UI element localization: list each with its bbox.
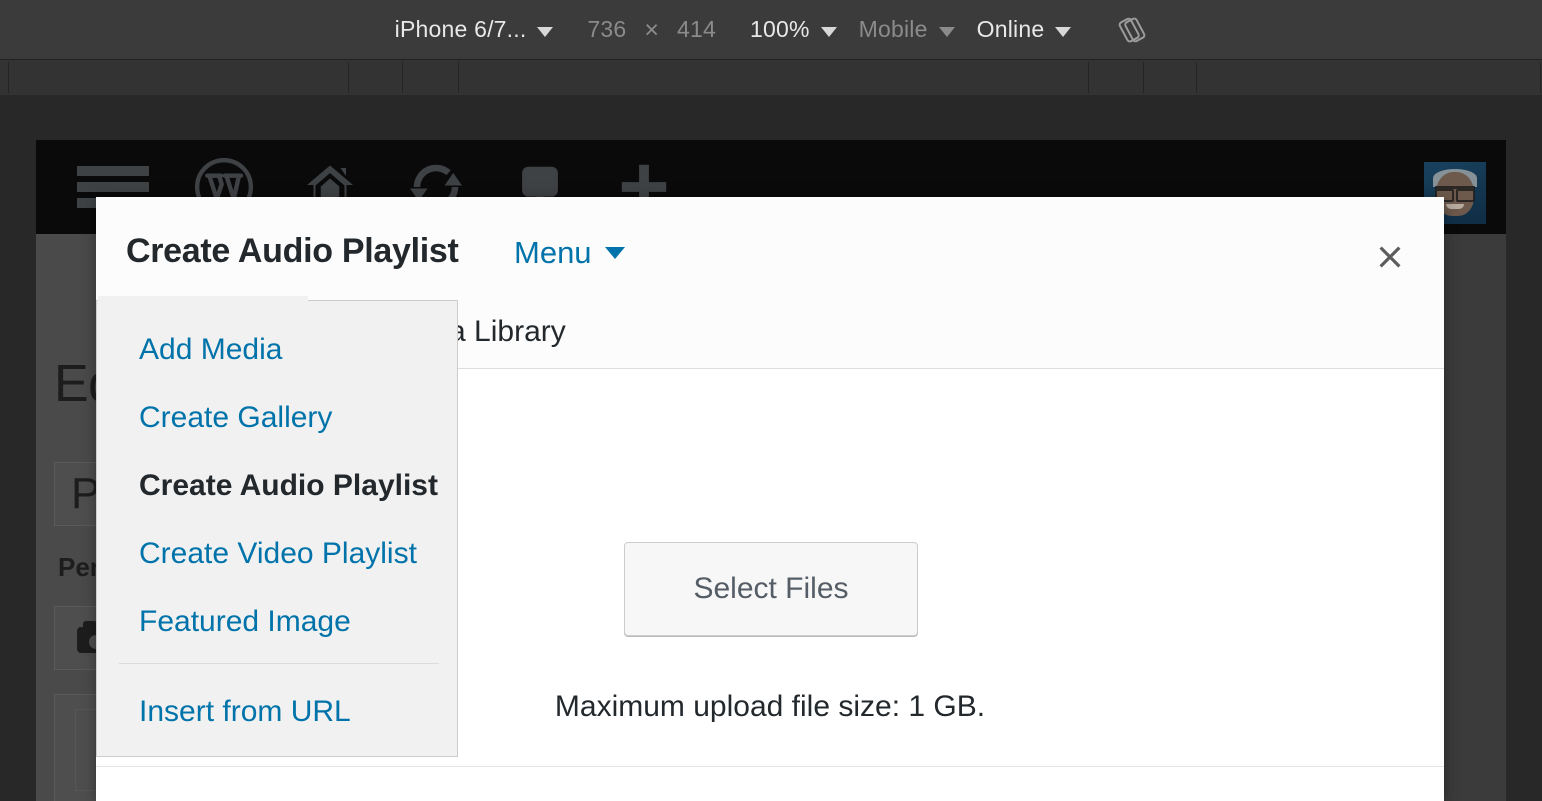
device-selector[interactable]: iPhone 6/7...	[395, 16, 554, 43]
avatar-mouth	[1446, 204, 1464, 209]
chevron-down-icon	[820, 26, 837, 37]
menu-item-create-gallery[interactable]: Create Gallery	[139, 401, 332, 435]
menu-divider	[119, 663, 439, 664]
close-button[interactable]	[1362, 229, 1418, 285]
ruler-tick	[1088, 62, 1089, 93]
menu-toggle-label: Menu	[514, 235, 592, 270]
menu-item-add-media[interactable]: Add Media	[139, 333, 282, 367]
zoom-selector[interactable]: 100%	[750, 16, 837, 43]
emulation-ruler-bar	[0, 60, 1542, 95]
viewport-gutter	[1440, 234, 1506, 801]
modal-footer-divider	[96, 766, 1444, 767]
menu-item-insert-from-url[interactable]: Insert from URL	[139, 695, 351, 729]
ruler-tick	[1143, 62, 1144, 93]
device-dimensions: 736 × 414	[587, 15, 716, 44]
chevron-down-icon	[537, 26, 554, 37]
menu-item-create-video-playlist[interactable]: Create Video Playlist	[139, 537, 417, 571]
ruler-tick	[1196, 62, 1197, 93]
menu-icon-bar	[77, 166, 149, 176]
chevron-down-icon	[1055, 26, 1072, 37]
ruler-tick	[458, 62, 459, 93]
ruler-tick	[8, 62, 9, 93]
network-throttle-selector[interactable]: Online	[977, 16, 1072, 43]
ruler-tick	[1540, 62, 1541, 93]
device-name-label: iPhone 6/7...	[394, 16, 527, 42]
menu-dropdown-tab-cap	[98, 296, 308, 302]
chevron-down-icon	[938, 26, 955, 37]
ruler-tick	[402, 62, 403, 93]
menu-icon-bar	[77, 182, 149, 192]
ruler-tick	[348, 62, 349, 93]
media-menu-dropdown: Add Media Create Gallery Create Audio Pl…	[96, 300, 458, 757]
media-modal: Create Audio Playlist Menu Upload Files …	[96, 197, 1444, 801]
close-icon	[1379, 246, 1401, 268]
rotate-device-icon[interactable]	[1117, 15, 1147, 45]
menu-toggle-button[interactable]: Menu	[514, 235, 625, 271]
device-emulation-toolbar: iPhone 6/7... 736 × 414 100% Mobile Onli…	[0, 0, 1542, 60]
zoom-level-label: 100%	[750, 16, 810, 42]
menu-item-featured-image[interactable]: Featured Image	[139, 605, 351, 639]
page-backdrop	[0, 95, 1542, 140]
network-throttle-label: Online	[976, 16, 1045, 42]
cpu-throttle-label: Mobile	[858, 16, 928, 42]
screen-root: iPhone 6/7... 736 × 414 100% Mobile Onli…	[0, 0, 1542, 801]
menu-item-create-audio-playlist[interactable]: Create Audio Playlist	[139, 469, 438, 503]
cpu-throttle-selector[interactable]: Mobile	[859, 16, 955, 43]
chevron-down-icon	[604, 247, 625, 259]
avatar-glasses	[1435, 186, 1475, 202]
select-files-button[interactable]: Select Files	[624, 542, 918, 636]
dimension-separator: ×	[644, 16, 660, 44]
media-modal-title: Create Audio Playlist	[126, 232, 459, 270]
viewport-height-input[interactable]: 414	[677, 16, 716, 43]
viewport-width-input[interactable]: 736	[587, 16, 626, 43]
